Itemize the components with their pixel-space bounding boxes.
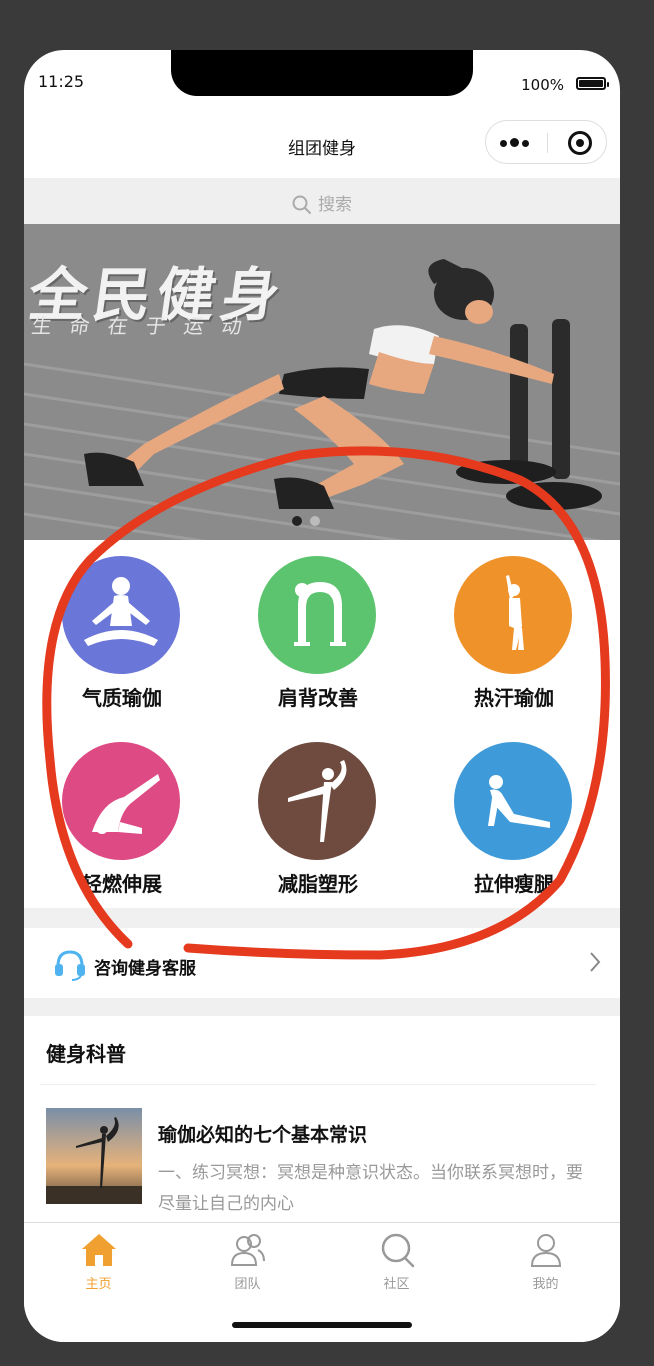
more-menu-icon[interactable] bbox=[500, 132, 540, 152]
search-placeholder: 搜索 bbox=[318, 195, 352, 215]
phone-screen: 11:25 100% 组团健身 搜索 全民健身 生命在于运动 气质瑜伽 肩背改善… bbox=[24, 50, 620, 1342]
tab-label: 我的 bbox=[532, 1277, 559, 1292]
tab-profile[interactable]: 我的 bbox=[471, 1231, 620, 1292]
customer-service-row[interactable]: 咨询健身客服 bbox=[24, 928, 620, 998]
status-time: 11:25 bbox=[38, 72, 85, 91]
home-icon bbox=[81, 1234, 116, 1266]
article-thumbnail[interactable] bbox=[46, 1108, 142, 1204]
profile-icon bbox=[530, 1234, 561, 1267]
category-label: 拉伸瘦腿 bbox=[474, 872, 554, 896]
article-title[interactable]: 瑜伽必知的七个基本常识 bbox=[158, 1120, 367, 1147]
meditation-pose-icon bbox=[84, 577, 158, 646]
article-excerpt: 一、练习冥想：冥想是种意识状态。当你联系冥想时，要尽量让自己的内心 bbox=[158, 1163, 583, 1214]
section-title: 健身科普 bbox=[46, 1042, 126, 1066]
category-icon-circle bbox=[258, 556, 376, 674]
category-item[interactable]: 拉伸瘦腿 bbox=[416, 726, 612, 906]
search-icon bbox=[292, 195, 311, 214]
team-icon bbox=[230, 1234, 265, 1266]
standing-stretch-icon bbox=[506, 575, 524, 650]
category-label: 轻燃伸展 bbox=[82, 872, 162, 896]
device-notch bbox=[171, 50, 473, 96]
section-divider bbox=[24, 908, 620, 928]
capsule-divider bbox=[547, 133, 548, 153]
mini-program-capsule bbox=[485, 120, 607, 164]
section-divider-line bbox=[40, 1084, 596, 1085]
category-item[interactable]: 气质瑜伽 bbox=[24, 540, 220, 720]
category-icon-circle bbox=[454, 556, 572, 674]
category-label: 热汗瑜伽 bbox=[474, 686, 554, 710]
category-label: 减脂塑形 bbox=[278, 872, 358, 896]
dancer-pose-icon bbox=[288, 760, 347, 842]
battery-percent: 100% bbox=[521, 76, 564, 94]
close-miniprogram-icon[interactable] bbox=[568, 131, 592, 155]
section-divider bbox=[24, 998, 620, 1016]
plow-pose-icon bbox=[92, 774, 160, 834]
category-icon-circle bbox=[62, 742, 180, 860]
category-label: 气质瑜伽 bbox=[82, 686, 162, 710]
category-item[interactable]: 肩背改善 bbox=[220, 540, 416, 720]
category-item[interactable]: 轻燃伸展 bbox=[24, 726, 220, 906]
cobra-pose-icon bbox=[488, 775, 550, 828]
service-label: 咨询健身客服 bbox=[94, 959, 196, 979]
tab-label: 社区 bbox=[383, 1277, 410, 1292]
battery-icon bbox=[576, 77, 609, 90]
category-grid: 气质瑜伽 肩背改善 热汗瑜伽 轻燃伸展 减脂塑形 拉伸瘦腿 bbox=[24, 540, 620, 908]
backbend-pose-icon bbox=[294, 582, 346, 646]
home-indicator bbox=[232, 1322, 412, 1328]
carousel-dot[interactable] bbox=[310, 516, 320, 526]
category-item[interactable]: 减脂塑形 bbox=[220, 726, 416, 906]
headset-icon bbox=[55, 950, 85, 981]
tab-label: 主页 bbox=[85, 1277, 112, 1292]
tab-community[interactable]: 社区 bbox=[322, 1231, 471, 1292]
category-label: 肩背改善 bbox=[278, 686, 358, 710]
category-icon-circle bbox=[454, 742, 572, 860]
carousel-dot-active[interactable] bbox=[292, 516, 302, 526]
tab-team[interactable]: 团队 bbox=[173, 1231, 322, 1292]
category-icon-circle bbox=[258, 742, 376, 860]
category-item[interactable]: 热汗瑜伽 bbox=[416, 540, 612, 720]
community-icon bbox=[381, 1233, 414, 1268]
chevron-right-icon bbox=[590, 952, 601, 972]
tab-home[interactable]: 主页 bbox=[24, 1231, 173, 1292]
tab-label: 团队 bbox=[234, 1277, 261, 1292]
category-icon-circle bbox=[62, 556, 180, 674]
banner-subtitle: 生命在于运动 bbox=[30, 314, 262, 338]
banner-carousel[interactable]: 全民健身 生命在于运动 bbox=[24, 224, 620, 540]
search-input[interactable]: 搜索 bbox=[24, 178, 620, 224]
